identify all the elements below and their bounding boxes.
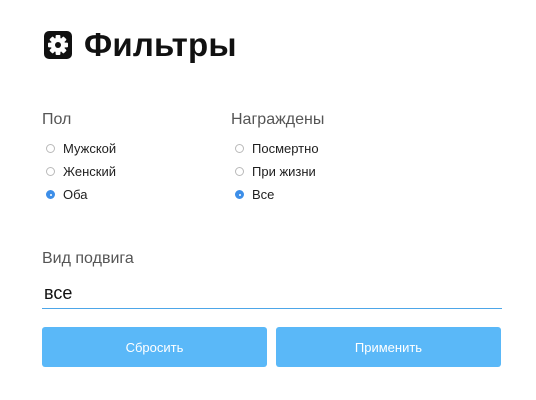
reset-button[interactable]: Сбросить: [42, 327, 267, 367]
radio-button-selected[interactable]: [235, 190, 244, 199]
radio-button[interactable]: [46, 167, 55, 176]
gender-option-female[interactable]: Женский: [46, 160, 116, 183]
awarded-option-posthumous[interactable]: Посмертно: [235, 137, 319, 160]
feat-type-label: Вид подвига: [42, 250, 134, 267]
awarded-group-label: Награждены: [231, 111, 325, 128]
radio-label: При жизни: [252, 164, 316, 179]
radio-label: Оба: [63, 187, 88, 202]
gender-option-both[interactable]: Оба: [46, 183, 116, 206]
radio-label: Все: [252, 187, 275, 202]
gear-icon: [44, 31, 72, 59]
radio-label: Посмертно: [252, 141, 319, 156]
radio-label: Мужской: [63, 141, 117, 156]
awarded-radio-group: Посмертно При жизни Все: [235, 137, 319, 206]
radio-button[interactable]: [46, 144, 55, 153]
radio-button[interactable]: [235, 167, 244, 176]
radio-button[interactable]: [235, 144, 244, 153]
apply-button[interactable]: Применить: [276, 327, 501, 367]
page-header: Фильтры: [44, 26, 237, 64]
gender-option-male[interactable]: Мужской: [46, 137, 116, 160]
feat-type-input[interactable]: [42, 278, 502, 309]
radio-button-selected[interactable]: [46, 190, 55, 199]
awarded-option-alive[interactable]: При жизни: [235, 160, 319, 183]
page-title: Фильтры: [84, 26, 237, 63]
awarded-option-all[interactable]: Все: [235, 183, 319, 206]
gender-radio-group: Мужской Женский Оба: [46, 137, 116, 206]
radio-label: Женский: [63, 164, 116, 179]
gender-group-label: Пол: [42, 111, 72, 128]
